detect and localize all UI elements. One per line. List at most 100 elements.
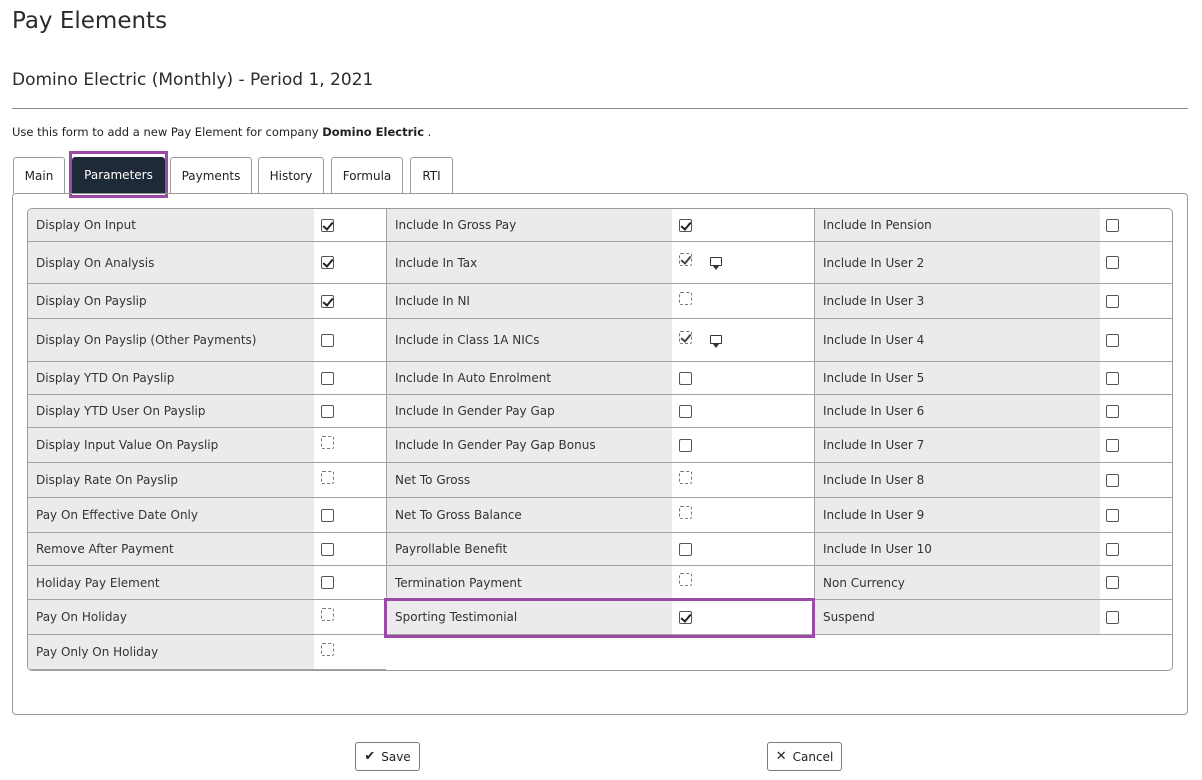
tab-rti[interactable]: RTI xyxy=(410,157,453,193)
param-value-cell xyxy=(1100,362,1172,395)
param-checkbox[interactable] xyxy=(1106,219,1119,232)
param-value-cell xyxy=(672,463,814,498)
param-value-cell xyxy=(314,284,386,319)
param-value-cell xyxy=(314,635,386,670)
comment-icon[interactable] xyxy=(710,335,722,348)
intro-suffix: . xyxy=(424,125,432,139)
param-checkbox[interactable] xyxy=(1106,543,1119,556)
param-label: Include In User 2 xyxy=(814,242,1100,284)
param-value-cell xyxy=(672,209,814,242)
param-checkbox[interactable] xyxy=(1106,334,1119,347)
param-label: Display On Payslip xyxy=(28,284,314,319)
tab-history[interactable]: History xyxy=(258,157,324,193)
param-checkbox[interactable] xyxy=(321,295,334,308)
param-checkbox[interactable] xyxy=(1106,405,1119,418)
param-value-cell xyxy=(1100,533,1172,566)
param-checkbox xyxy=(679,253,692,266)
tab-main[interactable]: Main xyxy=(13,157,65,193)
param-label: Include In Auto Enrolment xyxy=(386,362,672,395)
param-value-cell xyxy=(1100,242,1172,284)
param-label: Include in Class 1A NICs xyxy=(386,319,672,362)
param-checkbox[interactable] xyxy=(679,405,692,418)
param-checkbox[interactable] xyxy=(679,372,692,385)
param-checkbox[interactable] xyxy=(321,372,334,385)
page-subtitle: Domino Electric (Monthly) - Period 1, 20… xyxy=(12,70,374,90)
param-value-cell xyxy=(314,319,386,362)
param-checkbox[interactable] xyxy=(679,219,692,232)
param-label: Include In User 3 xyxy=(814,284,1100,319)
param-checkbox xyxy=(679,331,692,344)
param-value-cell xyxy=(1100,319,1172,362)
param-value-cell xyxy=(1100,463,1172,498)
param-checkbox xyxy=(321,436,334,449)
tab-parameters[interactable]: Parameters xyxy=(72,157,165,193)
param-checkbox[interactable] xyxy=(321,405,334,418)
param-value-cell xyxy=(314,395,386,428)
param-label: Net To Gross xyxy=(386,463,672,498)
check-icon xyxy=(680,611,692,623)
param-value-cell xyxy=(672,319,814,362)
save-button[interactable]: ✔ Save xyxy=(355,742,420,771)
param-label: Include In User 9 xyxy=(814,498,1100,533)
param-checkbox xyxy=(321,643,334,656)
param-checkbox[interactable] xyxy=(321,509,334,522)
check-icon xyxy=(680,253,692,265)
param-label: Include In User 7 xyxy=(814,428,1100,463)
tab-formula[interactable]: Formula xyxy=(331,157,403,193)
param-checkbox[interactable] xyxy=(679,611,692,624)
param-checkbox[interactable] xyxy=(1106,439,1119,452)
param-checkbox[interactable] xyxy=(321,543,334,556)
param-checkbox[interactable] xyxy=(321,256,334,269)
param-label: Display On Input xyxy=(28,209,314,242)
param-value-cell xyxy=(314,600,386,635)
page-title: Pay Elements xyxy=(12,8,168,34)
param-checkbox[interactable] xyxy=(1106,256,1119,269)
comment-icon[interactable] xyxy=(710,257,722,270)
cancel-button[interactable]: ✕ Cancel xyxy=(767,742,842,771)
param-label: Suspend xyxy=(814,600,1100,635)
param-label: Include In User 4 xyxy=(814,319,1100,362)
param-checkbox[interactable] xyxy=(1106,372,1119,385)
param-label: Net To Gross Balance xyxy=(386,498,672,533)
param-value-cell xyxy=(672,428,814,463)
param-checkbox[interactable] xyxy=(1106,474,1119,487)
param-checkbox[interactable] xyxy=(1106,509,1119,522)
param-label: Include In Pension xyxy=(814,209,1100,242)
param-checkbox xyxy=(679,573,692,586)
param-checkbox[interactable] xyxy=(1106,576,1119,589)
param-label: Termination Payment xyxy=(386,566,672,600)
header-divider xyxy=(12,108,1188,109)
param-value-cell xyxy=(672,600,814,635)
param-value-cell xyxy=(672,498,814,533)
param-checkbox[interactable] xyxy=(679,543,692,556)
cancel-label: Cancel xyxy=(792,749,834,764)
param-checkbox[interactable] xyxy=(679,439,692,452)
param-label: Include In Tax xyxy=(386,242,672,284)
param-checkbox[interactable] xyxy=(321,219,334,232)
param-value-cell xyxy=(672,533,814,566)
check-icon xyxy=(322,295,334,307)
param-checkbox xyxy=(679,471,692,484)
param-value-cell xyxy=(1100,395,1172,428)
param-value-cell xyxy=(672,242,814,284)
check-icon xyxy=(322,256,334,268)
param-value-cell xyxy=(1100,209,1172,242)
param-label: Display Input Value On Payslip xyxy=(28,428,314,463)
param-value-cell xyxy=(314,533,386,566)
param-label: Payrollable Benefit xyxy=(386,533,672,566)
check-icon xyxy=(322,219,334,231)
close-icon: ✕ xyxy=(775,749,787,764)
param-checkbox[interactable] xyxy=(321,576,334,589)
param-checkbox[interactable] xyxy=(321,334,334,347)
param-label: Pay On Holiday xyxy=(28,600,314,635)
save-label: Save xyxy=(381,749,411,764)
check-icon xyxy=(680,219,692,231)
param-checkbox xyxy=(679,506,692,519)
param-value-cell xyxy=(1100,428,1172,463)
tab-payments[interactable]: Payments xyxy=(170,157,252,193)
param-label: Display YTD On Payslip xyxy=(28,362,314,395)
param-checkbox[interactable] xyxy=(1106,295,1119,308)
param-label: Display On Analysis xyxy=(28,242,314,284)
param-checkbox[interactable] xyxy=(1106,611,1119,624)
param-label: Sporting Testimonial xyxy=(386,600,672,635)
